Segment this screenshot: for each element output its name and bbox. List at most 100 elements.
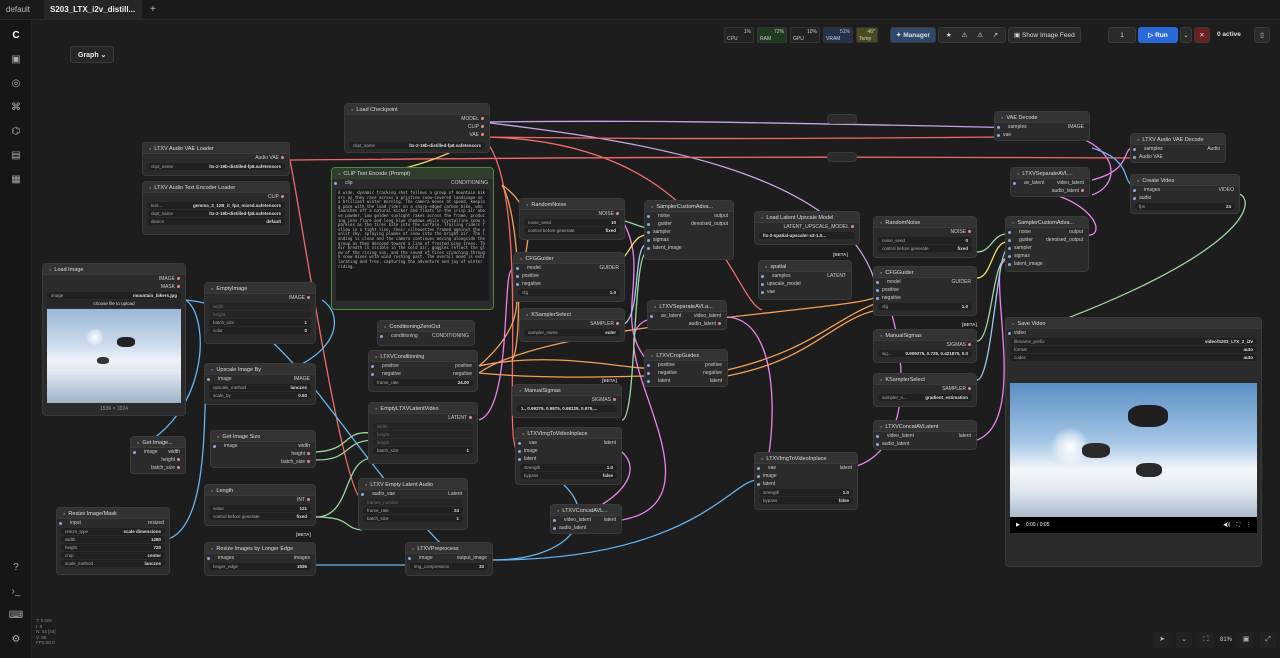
- node-ltxv-preprocess[interactable]: LTXVPreprocess image output_image img_com…: [405, 542, 493, 576]
- output-video-latent[interactable]: video_latent: [1057, 179, 1084, 187]
- input-audio[interactable]: audio: [1131, 194, 1239, 202]
- input-sampler[interactable]: sampler: [645, 228, 733, 236]
- cancel-icon[interactable]: ✕: [1194, 27, 1210, 43]
- widget-frames-number[interactable]: frames_number: [363, 499, 463, 506]
- node-random-noise[interactable]: RandomNoise NOISE noise_seed 0 control be…: [873, 216, 977, 258]
- chevron-down-icon[interactable]: ⌄: [1176, 632, 1192, 648]
- widget-strength[interactable]: strength 1.0: [759, 489, 853, 496]
- tab-default[interactable]: default: [0, 0, 36, 20]
- output-image[interactable]: IMAGE: [43, 275, 185, 283]
- input-sampler[interactable]: sampler: [1006, 244, 1088, 252]
- node-audio-text-encoder-loader[interactable]: LTXV Audio Text Encoder Loader CLIP text…: [142, 181, 290, 235]
- warning-icon[interactable]: ⚠: [977, 28, 983, 42]
- new-tab-button[interactable]: +: [144, 0, 162, 20]
- input-images[interactable]: images: [1136, 186, 1160, 194]
- widget-height[interactable]: height: [373, 431, 473, 438]
- input-sigmas[interactable]: sigmas: [645, 236, 733, 244]
- widget-sampler-name[interactable]: sampler_n... gradient_estimation: [878, 394, 972, 401]
- input-video-latent[interactable]: video_latent: [879, 432, 914, 440]
- output-image[interactable]: IMAGE: [205, 294, 315, 302]
- graph-breadcrumb-button[interactable]: Graph ⌄: [70, 46, 115, 63]
- widget-codec[interactable]: codec auto: [1010, 354, 1257, 361]
- queue-count-input[interactable]: 1: [1108, 27, 1136, 43]
- node-spatial-upsampler[interactable]: spatial samples LATENT upscale_model vae: [758, 260, 852, 300]
- widget-control[interactable]: control before generate fixed: [524, 227, 620, 234]
- input-upscale-model[interactable]: upscale_model: [759, 280, 851, 288]
- input-latent[interactable]: latent: [755, 480, 857, 488]
- output-vae[interactable]: VAE: [345, 131, 489, 139]
- input-positive[interactable]: positive: [514, 272, 624, 280]
- node-manual-sigmas[interactable]: ManualSigmas SIGMAS sig... 0.909375, 0.72…: [873, 329, 977, 363]
- input-noise[interactable]: noise: [1011, 228, 1031, 236]
- models-icon[interactable]: ◎: [8, 76, 24, 92]
- node-random-noise[interactable]: RandomNoise NOISE noise_seed 10 control b…: [519, 198, 625, 240]
- output-clip[interactable]: CLIP: [345, 123, 489, 131]
- node-empty-ltxv-latent-video[interactable]: EmptyLTXVLatentVideo LATENT width height…: [368, 402, 478, 464]
- widget-cfg[interactable]: cfg 1.0: [518, 289, 620, 296]
- input-positive[interactable]: positive: [650, 361, 675, 369]
- input-sigmas[interactable]: sigmas: [1006, 252, 1088, 260]
- video-preview[interactable]: ▶ 0:00 / 0:05 ◀)) ⛶ ⋮: [1010, 383, 1257, 533]
- play-icon[interactable]: ▶: [1016, 522, 1020, 528]
- widget-img-compression[interactable]: img_compression 33: [410, 563, 488, 570]
- input-video[interactable]: video: [1006, 329, 1261, 337]
- tab-workflow[interactable]: S203_LTX_i2v_distill... ●: [44, 0, 142, 34]
- node-ltxv-conditioning[interactable]: LTXVConditioning positive positive negati…: [368, 350, 478, 392]
- output-latent[interactable]: latent: [959, 432, 971, 440]
- output-audio-latent[interactable]: audio_latent: [1011, 187, 1089, 195]
- widget-sigmas[interactable]: 1., 0.99375, 0.9875, 0.98125, 0.975,...: [517, 405, 617, 412]
- node-get-image[interactable]: Get Image... image width height batch_siz…: [130, 436, 186, 474]
- zoom-level[interactable]: 81%: [1220, 637, 1232, 643]
- node-resize-image-mask[interactable]: Resize Image/Mask input resized resize_ty…: [56, 507, 170, 575]
- widget-width[interactable]: width: [209, 303, 311, 310]
- graph-canvas[interactable]: Graph ⌄ Load Checkpoint MODEL CLIP VAE c…: [32, 20, 1280, 658]
- output-width[interactable]: width: [298, 442, 310, 450]
- input-positive[interactable]: positive: [874, 286, 976, 294]
- node-ksampler-select[interactable]: KSamplerSelect SAMPLER sampler_name euler: [519, 308, 625, 342]
- queue-icon[interactable]: ▦: [8, 172, 24, 188]
- output-height[interactable]: height: [211, 450, 315, 458]
- node-length[interactable]: Length INT value 121 control before gener…: [204, 484, 316, 526]
- input-video-latent[interactable]: video_latent: [556, 516, 591, 524]
- widget-length[interactable]: length: [373, 439, 473, 446]
- input-vae[interactable]: vae: [521, 439, 537, 447]
- star-icon[interactable]: ★: [946, 28, 952, 42]
- output-latent[interactable]: latent: [604, 439, 616, 447]
- widget-cfg[interactable]: cfg 1.0: [878, 303, 972, 310]
- node-ltxv-crop-guides[interactable]: LTXVCropGuides positive positive negative…: [644, 349, 728, 387]
- output-positive[interactable]: positive: [705, 361, 722, 369]
- input-latent-image[interactable]: latent_image: [1006, 260, 1088, 268]
- output-model[interactable]: MODEL: [345, 115, 489, 123]
- widget-noise-seed[interactable]: noise_seed 0: [878, 237, 972, 244]
- input-model[interactable]: model: [879, 278, 901, 286]
- input-guider[interactable]: guider: [650, 220, 672, 228]
- settings-gear-icon[interactable]: ⚙: [8, 632, 24, 648]
- widget-width[interactable]: width: [373, 423, 473, 430]
- output-denoised[interactable]: denoised_output: [691, 220, 728, 228]
- widget-frame-rate[interactable]: frame_rate 24: [363, 507, 463, 514]
- share-icon[interactable]: ↗: [993, 28, 998, 42]
- widget-scale-by[interactable]: scale_by 0.50: [209, 392, 311, 399]
- widget-width[interactable]: width 1280: [61, 536, 165, 543]
- widget-image[interactable]: image mountain_bikers.jpg: [47, 292, 181, 299]
- input-vae[interactable]: vae: [760, 464, 776, 472]
- node-get-image-size[interactable]: Get Image Size image width height batch_s…: [210, 430, 316, 468]
- widget-batch-size[interactable]: batch_size 1: [363, 515, 463, 522]
- output-batch-size[interactable]: batch_size: [211, 458, 315, 466]
- reroute-node[interactable]: [827, 152, 857, 162]
- node-empty-image[interactable]: EmptyImage IMAGE width height batch_size…: [204, 282, 316, 344]
- output-sigmas[interactable]: SIGMAS: [513, 396, 621, 404]
- output-image[interactable]: IMAGE: [1068, 123, 1084, 131]
- output-latent[interactable]: latent: [604, 516, 616, 524]
- minimap-icon[interactable]: ▣: [1238, 632, 1255, 648]
- input-image[interactable]: image: [755, 472, 857, 480]
- node-cfg-guider[interactable]: CFGGuider modelGUIDER positive negative …: [873, 266, 977, 316]
- widget-ckpt-name[interactable]: ckpt_name ltx-2-19b-distilled-fp8.safeten…: [147, 210, 285, 217]
- output-clip[interactable]: CLIP: [143, 193, 289, 201]
- widget-model-name[interactable]: ltx-2-spatial-upscaler-x2-1.0...: [759, 232, 855, 239]
- widget-bypass[interactable]: bypass false: [759, 497, 853, 504]
- input-image[interactable]: image: [216, 442, 238, 450]
- widget-color[interactable]: color 0: [209, 327, 311, 334]
- output-latent[interactable]: Latent: [448, 490, 462, 498]
- output-negative[interactable]: negative: [703, 369, 722, 377]
